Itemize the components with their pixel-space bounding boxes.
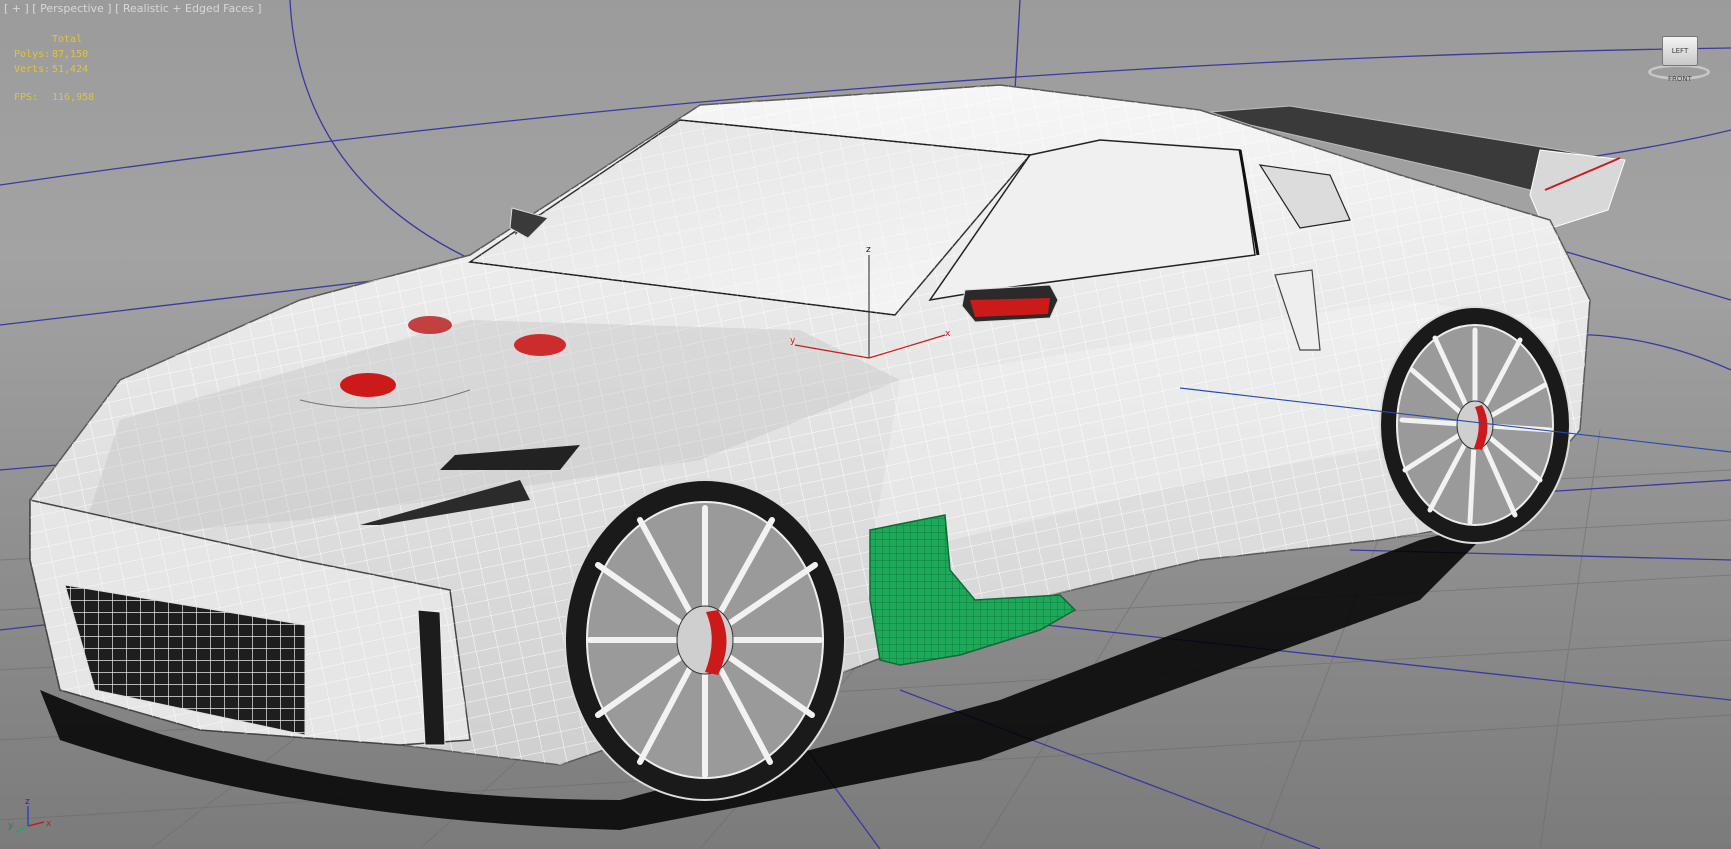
stats-row-fps: FPS: 116,958 — [14, 92, 95, 103]
stats-row-polys: Polys: 87,150 — [14, 49, 89, 60]
front-wheel — [564, 479, 846, 801]
corner-x-label: x — [46, 819, 52, 829]
viewport-menu-plus[interactable]: [ + ] — [4, 2, 29, 15]
gizmo-y-label: y — [790, 336, 796, 346]
viewcube-face[interactable]: LEFT FRONT — [1662, 36, 1698, 83]
scene-canvas[interactable]: z y x z x y — [0, 0, 1731, 849]
perspective-viewport[interactable]: z y x z x y [ + ] [ Perspective ] [ Real… — [0, 0, 1731, 849]
rear-wheel — [1379, 306, 1571, 544]
statistics-overlay: Total Polys: 87,150 Verts: 51,424 FPS: 1… — [14, 32, 112, 105]
gizmo-z-label: z — [866, 245, 871, 255]
viewport-menu-perspective[interactable]: [ Perspective ] — [32, 2, 111, 15]
gizmo-x-label: x — [945, 329, 951, 339]
viewport-label: [ + ] [ Perspective ] [ Realistic + Edge… — [4, 2, 262, 15]
corner-y-label: y — [8, 821, 14, 831]
viewport-menu-shading[interactable]: [ Realistic + Edged Faces ] — [115, 2, 261, 15]
stats-row-verts: Verts: 51,424 — [14, 64, 89, 75]
viewcube[interactable]: LEFT FRONT — [1646, 36, 1712, 84]
corner-z-label: z — [25, 797, 30, 807]
stats-header: Total — [52, 34, 83, 45]
